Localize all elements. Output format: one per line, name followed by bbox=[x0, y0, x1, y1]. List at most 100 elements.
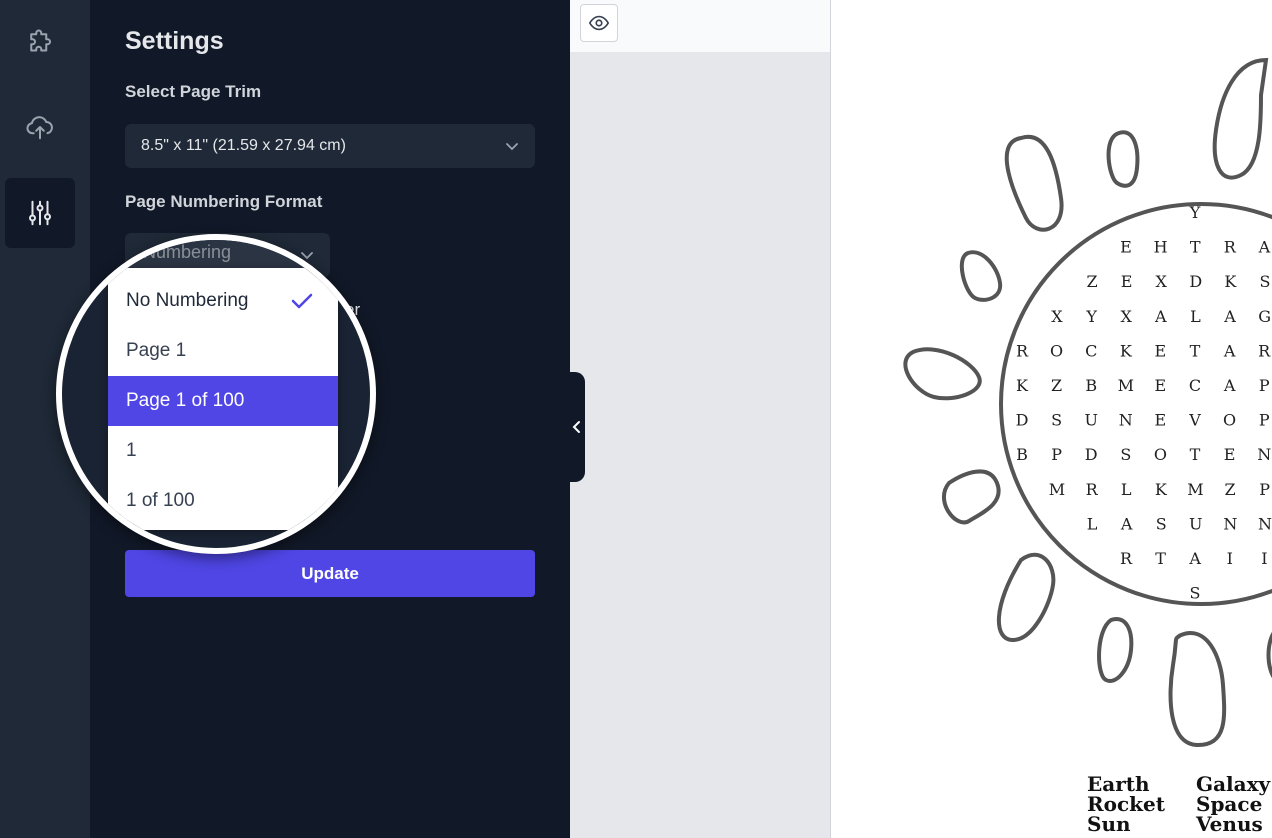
puzzle-letter: A bbox=[1154, 307, 1167, 326]
cloud-upload-icon bbox=[26, 116, 53, 140]
sun-ray bbox=[1004, 134, 1064, 232]
puzzle-letter: X bbox=[1156, 272, 1168, 291]
puzzle-letter: E bbox=[1224, 445, 1236, 464]
puzzle-letter: X bbox=[1051, 307, 1063, 326]
puzzle-letter: Y bbox=[1085, 307, 1097, 326]
puzzle-letter: H bbox=[1154, 238, 1168, 257]
puzzle-letter: A bbox=[1223, 376, 1236, 395]
option-label: Page 1 bbox=[126, 340, 187, 361]
word-column-1: Earth Rocket Sun bbox=[1087, 774, 1165, 834]
rail-item-upload[interactable] bbox=[5, 92, 75, 162]
puzzle-letter: C bbox=[1189, 376, 1201, 395]
option-page-1[interactable]: Page 1 bbox=[108, 326, 338, 376]
magnifier-overlay: Numbering No Numbering Page 1 Page 1 of … bbox=[56, 234, 376, 554]
rail-item-settings[interactable] bbox=[5, 178, 75, 248]
puzzle-letter: M bbox=[1049, 480, 1065, 499]
puzzle-letter: R bbox=[1224, 238, 1237, 257]
option-label: 1 of 100 bbox=[126, 490, 195, 511]
puzzle-letter: O bbox=[1223, 411, 1236, 430]
puzzle-letter: X bbox=[1121, 307, 1133, 326]
puzzle-letter: R bbox=[1016, 341, 1029, 360]
puzzle-letter: P bbox=[1259, 480, 1270, 499]
sun-illustration: YE H T R AZ E X D K SX Y X A L A GR O C K E T A RK Z B M E C A PD S U N E… bbox=[903, 57, 1272, 748]
puzzle-letter: D bbox=[1016, 411, 1029, 430]
puzzle-letter: B bbox=[1085, 376, 1097, 395]
puzzle-letter: B bbox=[1016, 445, 1028, 464]
puzzle-letter: N bbox=[1258, 514, 1272, 533]
puzzle-letter: E bbox=[1155, 411, 1167, 430]
numbering-label: Page Numbering Format bbox=[125, 192, 323, 211]
word-item: Galaxy bbox=[1196, 772, 1271, 796]
puzzle-letter: U bbox=[1084, 411, 1097, 430]
puzzle-letter: S bbox=[1120, 445, 1131, 464]
page-trim-label: Select Page Trim bbox=[125, 82, 262, 101]
option-label: No Numbering bbox=[126, 290, 249, 311]
letter-grid: YE H T R AZ E X D K SX Y X A L A GR O C K E T A RK Z B M E C A PD S U N E… bbox=[1016, 203, 1272, 603]
numbering-select-value: Numbering bbox=[143, 242, 232, 262]
option-page-1-of-100[interactable]: Page 1 of 100 bbox=[108, 376, 338, 426]
rail-item-elements[interactable] bbox=[5, 8, 75, 78]
puzzle-letter: Z bbox=[1086, 272, 1097, 291]
puzzle-letter: D bbox=[1085, 445, 1098, 464]
puzzle-letter: V bbox=[1188, 411, 1201, 430]
sun-ray bbox=[1168, 631, 1227, 748]
puzzle-letter: E bbox=[1121, 272, 1133, 291]
sun-circle bbox=[999, 202, 1272, 606]
puzzle-letter: K bbox=[1016, 376, 1029, 395]
puzzle-letter: D bbox=[1189, 272, 1202, 291]
puzzle-letter: Z bbox=[1224, 480, 1235, 499]
puzzle-letter: S bbox=[1260, 272, 1271, 291]
puzzle-letter: M bbox=[1118, 376, 1134, 395]
puzzle-letter: S bbox=[1190, 584, 1201, 603]
puzzle-letter: P bbox=[1051, 445, 1062, 464]
update-button[interactable]: Update bbox=[125, 550, 535, 597]
puzzle-letter: L bbox=[1190, 307, 1201, 326]
word-item: Rocket bbox=[1087, 792, 1165, 816]
sun-ray bbox=[903, 347, 982, 401]
sun-ray bbox=[996, 552, 1056, 643]
puzzle-letter: N bbox=[1257, 445, 1271, 464]
chevron-down-icon bbox=[506, 143, 518, 151]
page-trim-select[interactable]: 8.5" x 11" (21.59 x 27.94 cm) bbox=[125, 124, 535, 168]
puzzle-letter: S bbox=[1051, 411, 1062, 430]
puzzle-letter: R bbox=[1086, 480, 1099, 499]
puzzle-letter: N bbox=[1223, 514, 1237, 533]
option-1-of-100[interactable]: 1 of 100 bbox=[108, 476, 338, 526]
puzzle-letter: Y bbox=[1189, 203, 1201, 222]
word-item: Sun bbox=[1087, 812, 1131, 836]
preview-button[interactable] bbox=[580, 4, 618, 42]
option-1[interactable]: 1 bbox=[108, 426, 338, 476]
puzzle-letter: K bbox=[1155, 480, 1168, 499]
puzzle-letter: K bbox=[1224, 272, 1237, 291]
puzzle-letter: Z bbox=[1051, 376, 1062, 395]
puzzle-letter: L bbox=[1121, 480, 1132, 499]
puzzle-letter: E bbox=[1120, 238, 1132, 257]
chevron-left-icon bbox=[572, 421, 580, 433]
puzzle-letter: T bbox=[1190, 238, 1201, 257]
word-column-2: Galaxy Space Venus bbox=[1196, 774, 1270, 834]
numbering-dropdown-menu: No Numbering Page 1 Page 1 of 100 1 1 of… bbox=[108, 268, 338, 530]
page-trim-value: 8.5" x 11" (21.59 x 27.94 cm) bbox=[141, 137, 346, 154]
word-item: Earth bbox=[1087, 772, 1150, 796]
eye-icon bbox=[588, 15, 610, 31]
puzzle-letter: A bbox=[1120, 514, 1133, 533]
puzzle-letter: A bbox=[1188, 549, 1201, 568]
option-no-numbering[interactable]: No Numbering bbox=[108, 276, 338, 326]
puzzle-letter: K bbox=[1120, 341, 1133, 360]
word-item: Venus bbox=[1196, 812, 1263, 836]
puzzle-letter: A bbox=[1223, 341, 1236, 360]
panel-title: Settings bbox=[125, 27, 224, 55]
puzzle-letter: P bbox=[1259, 376, 1270, 395]
collapse-panel-button[interactable] bbox=[568, 372, 585, 482]
puzzle-letter: M bbox=[1187, 480, 1203, 499]
sun-ray bbox=[1097, 617, 1134, 683]
puzzle-letter: O bbox=[1154, 445, 1167, 464]
puzzle-letter: S bbox=[1156, 514, 1167, 533]
page-preview: YEHTRAZEXDKSXYXALAGROCKETARKZBMECAPDSUNE… bbox=[830, 0, 1272, 838]
puzzle-letter: E bbox=[1155, 341, 1167, 360]
puzzle-letter: U bbox=[1189, 514, 1202, 533]
puzzle-letter: G bbox=[1258, 307, 1271, 326]
puzzle-letter: A bbox=[1258, 238, 1271, 257]
check-icon bbox=[291, 293, 313, 309]
sun-ray bbox=[1106, 130, 1140, 188]
